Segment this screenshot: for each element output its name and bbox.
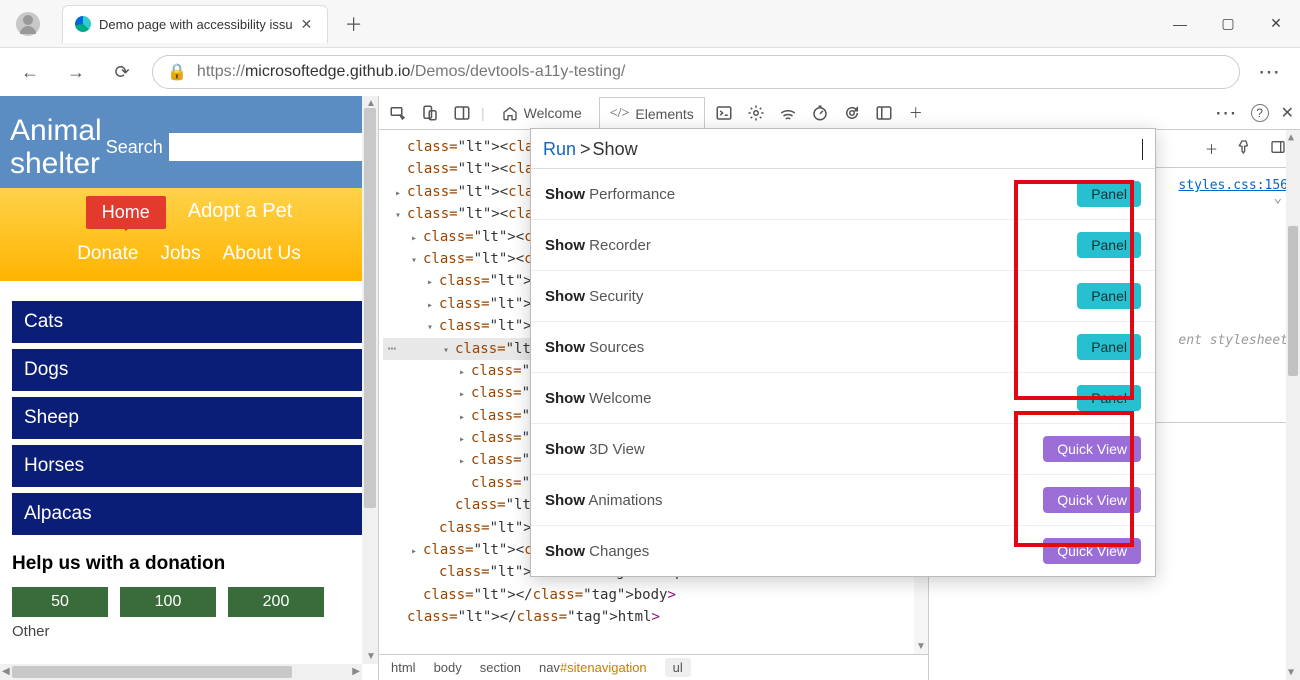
- primary-nav: Home Adopt a Pet Donate Jobs About Us: [0, 188, 378, 281]
- add-rule-icon[interactable]: ＋: [1205, 139, 1218, 158]
- command-badge: Quick View: [1043, 487, 1141, 513]
- console-icon[interactable]: [711, 100, 737, 126]
- tab-elements[interactable]: </>Elements: [599, 97, 705, 131]
- tab-welcome[interactable]: Welcome: [491, 96, 593, 130]
- device-toggle-icon[interactable]: [417, 100, 443, 126]
- chevron-down-icon[interactable]: ⌄: [1274, 190, 1282, 206]
- page-viewport: Animalshelter Search Home Adopt a Pet Do…: [0, 96, 378, 680]
- command-badge: Panel: [1077, 385, 1141, 411]
- back-button[interactable]: ←: [14, 56, 46, 88]
- dom-line[interactable]: class="lt"></class="tag">body>: [383, 584, 924, 606]
- sources-icon[interactable]: [743, 100, 769, 126]
- search-label: Search: [106, 137, 163, 158]
- dock-icon[interactable]: [449, 100, 475, 126]
- command-badge: Panel: [1077, 232, 1141, 258]
- sidebar-list: Cats Dogs Sheep Horses Alpacas: [0, 281, 378, 545]
- devtools-menu-button[interactable]: ⋯: [1215, 100, 1239, 126]
- page-vertical-scrollbar[interactable]: ▲ ▼: [362, 96, 378, 664]
- browser-toolbar: ← → ⟳ 🔒 https://microsoftedge.github.io/…: [0, 48, 1300, 96]
- sidebar-item-alpacas[interactable]: Alpacas: [12, 493, 366, 535]
- site-title: Animalshelter: [10, 114, 102, 180]
- new-tab-button[interactable]: ＋: [338, 8, 370, 40]
- forward-button[interactable]: →: [60, 56, 92, 88]
- dom-line[interactable]: class="lt"></class="tag">html>: [383, 606, 924, 628]
- address-bar[interactable]: 🔒 https://microsoftedge.github.io/Demos/…: [152, 55, 1240, 89]
- ua-stylesheet-label: ent stylesheet: [1178, 333, 1288, 348]
- command-badge: Quick View: [1043, 436, 1141, 462]
- command-menu: Run > Show PerformancePanelShow Recorder…: [530, 128, 1156, 577]
- profile-avatar[interactable]: [16, 12, 40, 36]
- browser-titlebar: Demo page with accessibility issu ✕ ＋ ― …: [0, 0, 1300, 48]
- styles-source-link[interactable]: styles.css:156: [1178, 178, 1288, 193]
- donation-200[interactable]: 200: [228, 587, 324, 617]
- close-devtools-button[interactable]: ✕: [1281, 103, 1294, 123]
- command-prompt: >: [580, 139, 591, 160]
- command-badge: Panel: [1077, 283, 1141, 309]
- command-run-label: Run: [543, 139, 576, 160]
- inspect-icon[interactable]: [385, 100, 411, 126]
- sidebar-item-dogs[interactable]: Dogs: [12, 349, 366, 391]
- dom-breadcrumbs[interactable]: html body section nav#sitenavigation ul: [379, 654, 928, 680]
- refresh-button[interactable]: ⟳: [106, 56, 138, 88]
- command-item[interactable]: Show RecorderPanel: [531, 220, 1155, 271]
- edge-icon: [75, 16, 91, 32]
- command-item[interactable]: Show ChangesQuick View: [531, 526, 1155, 576]
- pin-icon[interactable]: [1236, 139, 1252, 159]
- nav-donate[interactable]: Donate: [77, 239, 138, 269]
- toggle-sidebar-icon[interactable]: [1270, 139, 1286, 159]
- close-window-button[interactable]: ✕: [1252, 0, 1300, 48]
- donation-100[interactable]: 100: [120, 587, 216, 617]
- command-item[interactable]: Show WelcomePanel: [531, 373, 1155, 424]
- command-badge: Quick View: [1043, 538, 1141, 564]
- browser-tab[interactable]: Demo page with accessibility issu ✕: [62, 5, 328, 43]
- command-item[interactable]: Show AnimationsQuick View: [531, 475, 1155, 526]
- donation-heading: Help us with a donation: [12, 553, 366, 575]
- donation-50[interactable]: 50: [12, 587, 108, 617]
- nav-home[interactable]: Home: [86, 196, 166, 229]
- command-item[interactable]: Show SourcesPanel: [531, 322, 1155, 373]
- memory-icon[interactable]: [839, 100, 865, 126]
- command-item[interactable]: Show SecurityPanel: [531, 271, 1155, 322]
- tab-title: Demo page with accessibility issu: [99, 17, 293, 32]
- sidebar-item-sheep[interactable]: Sheep: [12, 397, 366, 439]
- maximize-button[interactable]: ▢: [1204, 0, 1252, 48]
- nav-adopt[interactable]: Adopt a Pet: [188, 196, 293, 229]
- performance-icon[interactable]: [807, 100, 833, 126]
- url-text: https://microsoftedge.github.io/Demos/de…: [197, 63, 625, 81]
- search-input[interactable]: [169, 133, 368, 161]
- styles-scrollbar[interactable]: ▲▼: [1286, 130, 1300, 680]
- command-input[interactable]: [593, 139, 1143, 160]
- add-tab-button[interactable]: ＋: [903, 100, 929, 126]
- sidebar-item-horses[interactable]: Horses: [12, 445, 366, 487]
- browser-menu-button[interactable]: ⋯: [1254, 56, 1286, 88]
- devtools-tabbar: | Welcome </>Elements ＋ ⋯ ? ✕: [379, 96, 1300, 130]
- minimize-button[interactable]: ―: [1156, 0, 1204, 48]
- nav-jobs[interactable]: Jobs: [160, 239, 200, 269]
- donation-other[interactable]: Other: [12, 623, 366, 640]
- lock-icon: 🔒: [167, 62, 187, 82]
- help-icon[interactable]: ?: [1251, 104, 1269, 122]
- command-item[interactable]: Show PerformancePanel: [531, 169, 1155, 220]
- close-icon[interactable]: ✕: [301, 17, 315, 31]
- network-icon[interactable]: [775, 100, 801, 126]
- sidebar-item-cats[interactable]: Cats: [12, 301, 366, 343]
- application-icon[interactable]: [871, 100, 897, 126]
- command-item[interactable]: Show 3D ViewQuick View: [531, 424, 1155, 475]
- page-horizontal-scrollbar[interactable]: ◀ ▶: [0, 664, 362, 680]
- command-badge: Panel: [1077, 334, 1141, 360]
- command-badge: Panel: [1077, 181, 1141, 207]
- nav-about[interactable]: About Us: [223, 239, 301, 269]
